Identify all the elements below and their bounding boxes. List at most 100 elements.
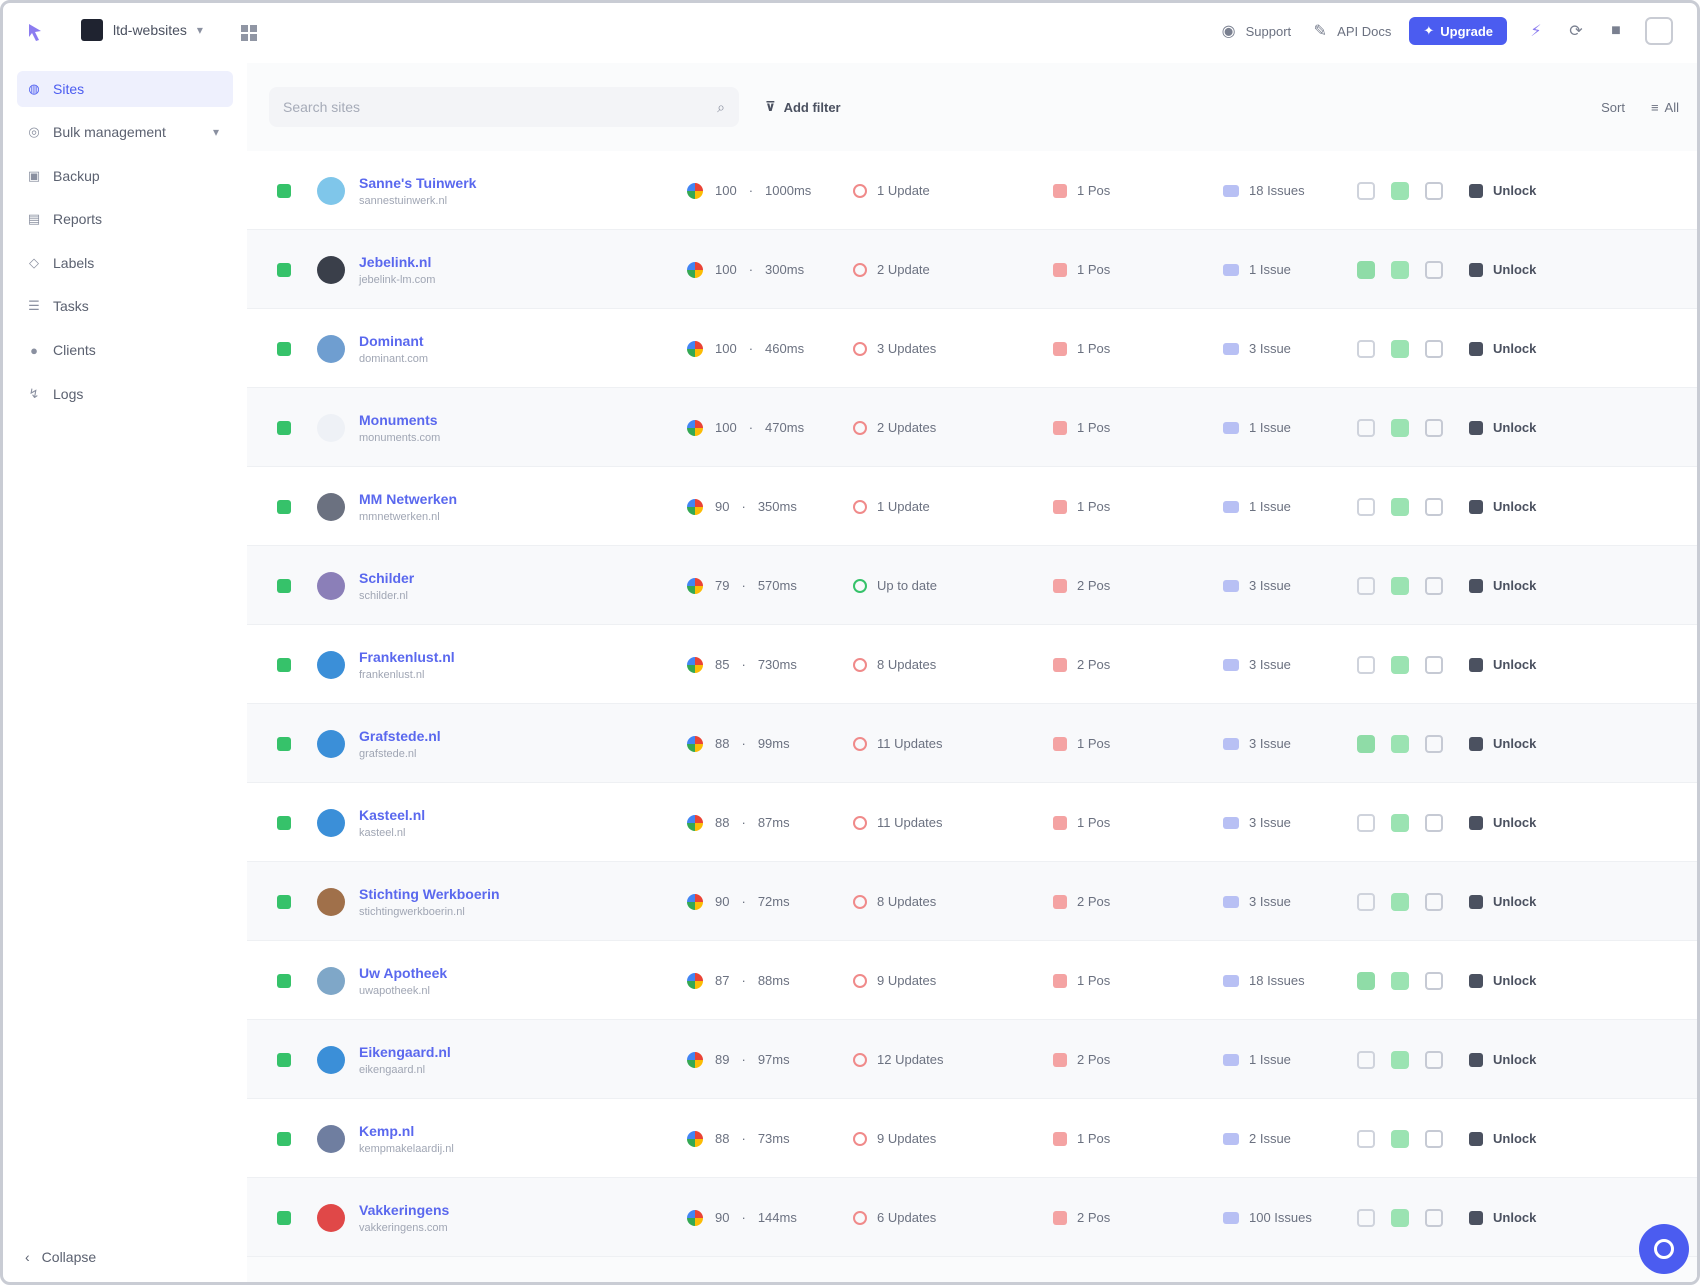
updates-cell[interactable]: 8 Updates xyxy=(853,625,936,704)
site-info[interactable]: Frankenlust.nl frankenlust.nl xyxy=(359,625,455,704)
table-row[interactable]: Eikengaard.nl eikengaard.nl 89 · 97ms 12… xyxy=(247,1020,1697,1099)
copy-icon[interactable] xyxy=(1425,655,1443,674)
site-name[interactable]: Monuments xyxy=(359,412,438,428)
issues-cell[interactable]: 3 Issue xyxy=(1223,783,1291,862)
manage-cell[interactable]: Unlock xyxy=(1469,151,1536,230)
api-docs-link[interactable]: ✎ API Docs xyxy=(1309,20,1391,42)
copy-icon[interactable] xyxy=(1425,1050,1443,1069)
manage-cell[interactable]: Unlock xyxy=(1469,467,1536,546)
sidebar-item-clients[interactable]: ● Clients xyxy=(17,332,233,368)
issues-cell[interactable]: 18 Issues xyxy=(1223,941,1305,1020)
sidebar-item-labels[interactable]: ◇ Labels xyxy=(17,245,233,281)
refresh-icon[interactable]: ⟳ xyxy=(1565,20,1587,42)
backups-cell[interactable]: 1 Pos xyxy=(1053,783,1110,862)
site-info[interactable]: Uw Apotheek uwapotheek.nl xyxy=(359,941,447,1020)
uptime-icon[interactable] xyxy=(1391,813,1409,832)
performance-cell[interactable]: 100 · 300ms xyxy=(687,230,804,309)
copy-icon[interactable] xyxy=(1425,497,1443,516)
lock-icon[interactable] xyxy=(1357,655,1375,674)
backups-cell[interactable]: 1 Pos xyxy=(1053,941,1110,1020)
issues-cell[interactable]: 100 Issues xyxy=(1223,1178,1312,1257)
site-info[interactable]: Jebelink.nl jebelink-lm.com xyxy=(359,230,435,309)
updates-cell[interactable]: 1 Update xyxy=(853,151,930,230)
table-row[interactable]: Grafstede.nl grafstede.nl 88 · 99ms 11 U… xyxy=(247,704,1697,783)
uptime-icon[interactable] xyxy=(1391,181,1409,200)
site-name[interactable]: Stichting Werkboerin xyxy=(359,886,500,902)
site-name[interactable]: Grafstede.nl xyxy=(359,728,441,744)
site-name[interactable]: Schilder xyxy=(359,570,414,586)
lock-icon[interactable] xyxy=(1357,576,1375,595)
lock-icon[interactable] xyxy=(1357,1208,1375,1227)
add-filter-button[interactable]: ⊽ Add filter xyxy=(765,99,841,115)
uptime-icon[interactable] xyxy=(1391,971,1409,990)
user-avatar[interactable] xyxy=(1645,17,1673,45)
uptime-icon[interactable] xyxy=(1391,1129,1409,1148)
table-row[interactable]: Jebelink.nl jebelink-lm.com 100 · 300ms … xyxy=(247,230,1697,309)
collapse-button[interactable]: ‹ Collapse xyxy=(25,1249,96,1265)
project-switcher[interactable]: ltd-websites ▾ xyxy=(81,19,203,41)
manage-cell[interactable]: Unlock xyxy=(1469,1020,1536,1099)
issues-cell[interactable]: 1 Issue xyxy=(1223,230,1291,309)
lock-icon[interactable] xyxy=(1357,181,1375,200)
site-name[interactable]: Dominant xyxy=(359,333,424,349)
manage-cell[interactable]: Unlock xyxy=(1469,388,1536,467)
site-name[interactable]: Vakkeringens xyxy=(359,1202,449,1218)
lock-icon[interactable] xyxy=(1357,1129,1375,1148)
manage-cell[interactable]: Unlock xyxy=(1469,704,1536,783)
site-name[interactable]: Uw Apotheek xyxy=(359,965,447,981)
site-info[interactable]: Schilder schilder.nl xyxy=(359,546,414,625)
backups-cell[interactable]: 2 Pos xyxy=(1053,625,1110,704)
site-info[interactable]: MM Netwerken mmnetwerken.nl xyxy=(359,467,457,546)
sidebar-item-logs[interactable]: ↯ Logs xyxy=(17,376,233,412)
updates-cell[interactable]: 1 Update xyxy=(853,467,930,546)
backups-cell[interactable]: 1 Pos xyxy=(1053,230,1110,309)
backups-cell[interactable]: 2 Pos xyxy=(1053,546,1110,625)
table-row[interactable]: Vakkeringens vakkeringens.com 90 · 144ms… xyxy=(247,1178,1697,1257)
performance-cell[interactable]: 100 · 460ms xyxy=(687,309,804,388)
site-name[interactable]: Kasteel.nl xyxy=(359,807,425,823)
updates-cell[interactable]: 9 Updates xyxy=(853,1099,936,1178)
magic-icon[interactable]: ⚡ xyxy=(1525,20,1547,42)
grid-icon[interactable] xyxy=(239,23,259,43)
backups-cell[interactable]: 1 Pos xyxy=(1053,151,1110,230)
uptime-icon[interactable] xyxy=(1391,418,1409,437)
table-row[interactable]: Uw Apotheek uwapotheek.nl 87 · 88ms 9 Up… xyxy=(247,941,1697,1020)
site-info[interactable]: Eikengaard.nl eikengaard.nl xyxy=(359,1020,451,1099)
copy-icon[interactable] xyxy=(1425,339,1443,358)
site-info[interactable]: Vakkeringens vakkeringens.com xyxy=(359,1178,449,1257)
copy-icon[interactable] xyxy=(1425,418,1443,437)
updates-cell[interactable]: 2 Update xyxy=(853,230,930,309)
site-name[interactable]: Kemp.nl xyxy=(359,1123,414,1139)
performance-cell[interactable]: 85 · 730ms xyxy=(687,625,797,704)
table-row[interactable]: Stichting Werkboerin stichtingwerkboerin… xyxy=(247,862,1697,941)
table-row[interactable]: Kemp.nl kempmakelaardij.nl 88 · 73ms 9 U… xyxy=(247,1099,1697,1178)
backups-cell[interactable]: 1 Pos xyxy=(1053,467,1110,546)
issues-cell[interactable]: 3 Issue xyxy=(1223,309,1291,388)
site-info[interactable]: Sanne's Tuinwerk sannestuinwerk.nl xyxy=(359,151,476,230)
table-row[interactable]: Monuments monuments.com 100 · 470ms 2 Up… xyxy=(247,388,1697,467)
manage-cell[interactable]: Unlock xyxy=(1469,546,1536,625)
uptime-icon[interactable] xyxy=(1391,655,1409,674)
lock-icon[interactable] xyxy=(1357,339,1375,358)
backups-cell[interactable]: 2 Pos xyxy=(1053,1178,1110,1257)
performance-cell[interactable]: 88 · 87ms xyxy=(687,783,790,862)
site-info[interactable]: Kemp.nl kempmakelaardij.nl xyxy=(359,1099,454,1178)
site-name[interactable]: Sanne's Tuinwerk xyxy=(359,175,476,191)
upgrade-button[interactable]: ✦ Upgrade xyxy=(1409,17,1507,45)
uptime-icon[interactable] xyxy=(1391,1050,1409,1069)
performance-cell[interactable]: 87 · 88ms xyxy=(687,941,790,1020)
performance-cell[interactable]: 100 · 1000ms xyxy=(687,151,811,230)
issues-cell[interactable]: 3 Issue xyxy=(1223,546,1291,625)
performance-cell[interactable]: 88 · 99ms xyxy=(687,704,790,783)
issues-cell[interactable]: 3 Issue xyxy=(1223,704,1291,783)
backups-cell[interactable]: 1 Pos xyxy=(1053,388,1110,467)
uptime-icon[interactable] xyxy=(1391,1208,1409,1227)
lock-icon[interactable] xyxy=(1357,1050,1375,1069)
site-name[interactable]: MM Netwerken xyxy=(359,491,457,507)
backups-cell[interactable]: 2 Pos xyxy=(1053,1020,1110,1099)
uptime-icon[interactable] xyxy=(1391,734,1409,753)
chat-launcher-button[interactable] xyxy=(1639,1224,1689,1274)
site-info[interactable]: Dominant dominant.com xyxy=(359,309,428,388)
lock-icon[interactable] xyxy=(1357,497,1375,516)
site-info[interactable]: Kasteel.nl kasteel.nl xyxy=(359,783,425,862)
